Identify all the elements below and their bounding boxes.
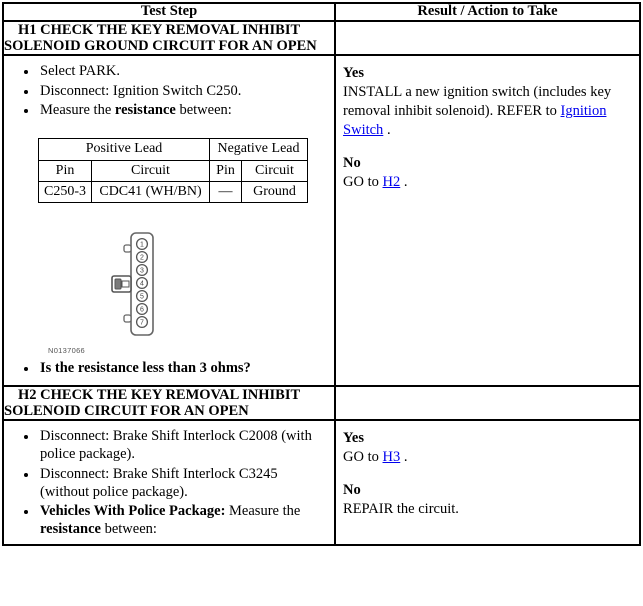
section-title-row-h1: H1 CHECK THE KEY REMOVAL INHIBIT SOLENOI…: [1, 19, 641, 57]
test-step-cell-h1: Select PARK. Disconnect: Ignition Switch…: [1, 54, 337, 387]
link-h3[interactable]: H3: [383, 449, 401, 465]
svg-text:2: 2: [140, 255, 144, 262]
step-item: Measure the resistance between:: [38, 101, 326, 119]
pinpoint-test-table: Test Step Result / Action to Take H1 CHE…: [1, 2, 641, 546]
step-list-h1: Select PARK. Disconnect: Ignition Switch…: [12, 62, 326, 119]
result-yes-label: Yes: [343, 430, 364, 447]
lead-group-header-row: Positive Lead Negative Lead: [38, 138, 308, 161]
step-list-container-h2: Disconnect: Brake Shift Interlock C2008 …: [4, 421, 334, 544]
lead-table-container: Positive Lead Negative Lead Pin Circuit …: [4, 124, 334, 204]
column-header-test-step: Test Step: [1, 2, 337, 22]
section-title-spacer-h1: [334, 19, 641, 57]
result-yes-text: INSTALL a new ignition switch (includes …: [343, 84, 612, 138]
result-yes-text: GO to H3 .: [343, 448, 408, 465]
result-spacer: [343, 467, 633, 481]
result-action-cell-h1: Yes INSTALL a new ignition switch (inclu…: [334, 54, 641, 387]
result-no-text: GO to H2 .: [343, 173, 408, 190]
link-h2[interactable]: H2: [383, 174, 401, 190]
question-item: Is the resistance less than 3 ohms?: [38, 359, 326, 377]
result-no-label: No: [343, 154, 361, 171]
section-title-spacer-h2: [334, 384, 641, 422]
step-item: Select PARK.: [38, 62, 326, 80]
result-body-h1: Yes INSTALL a new ignition switch (inclu…: [336, 56, 639, 197]
section-title-h1: H1 CHECK THE KEY REMOVAL INHIBIT SOLENOI…: [1, 19, 337, 57]
svg-text:6: 6: [140, 307, 144, 314]
section-title-h2: H2 CHECK THE KEY REMOVAL INHIBIT SOLENOI…: [1, 384, 337, 422]
step-list-container-h1: Select PARK. Disconnect: Ignition Switch…: [4, 56, 334, 124]
lead-group-positive: Positive Lead: [38, 138, 210, 161]
result-body-h2: Yes GO to H3 . No REPAIR the circuit.: [336, 421, 639, 524]
lead-measurement-table: Positive Lead Negative Lead Pin Circuit …: [38, 138, 308, 204]
step-item: Disconnect: Brake Shift Interlock C2008 …: [38, 427, 326, 464]
result-yes-label: Yes: [343, 65, 364, 82]
section-body-row-h1: Select PARK. Disconnect: Ignition Switch…: [1, 54, 641, 387]
question-container-h1: Is the resistance less than 3 ohms?: [4, 355, 334, 384]
lead-subheader-pos-circuit: Circuit: [91, 159, 210, 182]
step-list-h2: Disconnect: Brake Shift Interlock C2008 …: [12, 427, 326, 539]
lead-subheader-neg-circuit: Circuit: [241, 159, 308, 182]
figure-id-label: N0137066: [48, 346, 86, 356]
step-item: Vehicles With Police Package: Measure th…: [38, 502, 326, 539]
section-title-row-h2: H2 CHECK THE KEY REMOVAL INHIBIT SOLENOI…: [1, 384, 641, 422]
lead-sub-header-row: Pin Circuit Pin Circuit: [38, 159, 308, 182]
lead-data-row: C250-3 CDC41 (WH/BN) — Ground: [38, 180, 308, 204]
lead-subheader-neg-pin: Pin: [209, 159, 242, 182]
result-spacer: [343, 140, 633, 154]
step-item: Disconnect: Ignition Switch C250.: [38, 82, 326, 100]
connector-figure: 1 2 3 4 5 6 7 N0137066: [4, 203, 334, 355]
column-header-result-action: Result / Action to Take: [334, 2, 641, 22]
test-step-cell-h2: Disconnect: Brake Shift Interlock C2008 …: [1, 419, 337, 546]
svg-text:3: 3: [140, 268, 144, 275]
result-action-cell-h2: Yes GO to H3 . No REPAIR the circuit.: [334, 419, 641, 546]
lead-group-negative: Negative Lead: [209, 138, 308, 161]
connector-illustration: 1 2 3 4 5 6 7: [100, 229, 334, 344]
connector-7-pin-icon: 1 2 3 4 5 6 7: [111, 232, 154, 337]
step-item: Disconnect: Brake Shift Interlock C3245 …: [38, 465, 326, 502]
result-no-label: No: [343, 481, 361, 498]
lead-cell-neg-circuit: Ground: [241, 180, 308, 204]
result-no-text: REPAIR the circuit.: [343, 500, 459, 517]
diagnostic-procedure-page: Test Step Result / Action to Take H1 CHE…: [0, 2, 643, 606]
question-list-h1: Is the resistance less than 3 ohms?: [12, 359, 326, 377]
svg-text:7: 7: [140, 320, 144, 327]
lead-cell-pos-pin: C250-3: [38, 180, 92, 204]
lead-cell-pos-circuit: CDC41 (WH/BN): [91, 180, 210, 204]
lead-cell-neg-pin: —: [209, 180, 242, 204]
lead-subheader-pos-pin: Pin: [38, 159, 92, 182]
section-body-row-h2: Disconnect: Brake Shift Interlock C2008 …: [1, 419, 641, 546]
table-header-row: Test Step Result / Action to Take: [1, 2, 641, 22]
svg-text:5: 5: [140, 294, 144, 301]
svg-text:4: 4: [140, 281, 144, 288]
svg-text:1: 1: [140, 242, 144, 249]
